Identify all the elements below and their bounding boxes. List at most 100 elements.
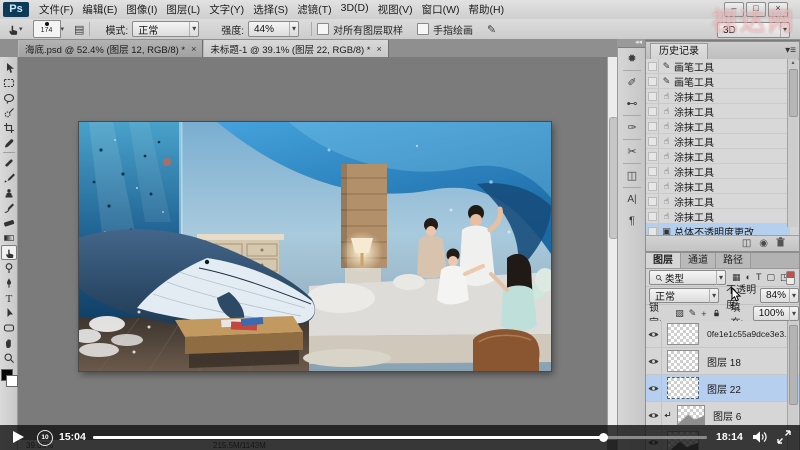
filter-shape-layers-icon[interactable]: ▢ bbox=[766, 272, 775, 283]
hand-tool[interactable] bbox=[1, 335, 17, 350]
visibility-eye-icon[interactable] bbox=[646, 375, 662, 401]
layer-thumbnail[interactable] bbox=[667, 377, 699, 399]
canvas-area[interactable] bbox=[18, 57, 607, 440]
brush-size-picker[interactable]: 174 bbox=[33, 20, 61, 38]
layer-row[interactable]: 图层 18 bbox=[646, 348, 799, 375]
layer-name[interactable]: 0fe1e1c55a9dce3e3... bbox=[707, 329, 791, 339]
tab-channels[interactable]: 通道 bbox=[681, 253, 716, 268]
healing-brush-tool[interactable] bbox=[1, 155, 17, 170]
history-step[interactable]: ☝涂抹工具 bbox=[646, 164, 790, 179]
paragraph-panel-icon[interactable]: ¶ bbox=[618, 210, 646, 231]
menu-3d[interactable]: 3D(D) bbox=[341, 2, 369, 17]
menu-select[interactable]: 选择(S) bbox=[253, 2, 288, 17]
history-source-well[interactable] bbox=[646, 134, 659, 148]
brush-presets-panel-icon[interactable]: ✑ bbox=[618, 117, 646, 138]
tool-presets-panel-icon[interactable]: ✂ bbox=[618, 141, 646, 162]
lock-all-icon[interactable] bbox=[712, 308, 721, 320]
history-source-well[interactable] bbox=[646, 74, 659, 88]
scrollbar-thumb[interactable] bbox=[789, 325, 798, 405]
smudge-tool-preset[interactable]: ▾ bbox=[6, 23, 23, 36]
history-source-well[interactable] bbox=[646, 149, 659, 163]
layer-row-selected[interactable]: 图层 22 bbox=[646, 375, 799, 402]
history-step[interactable]: ☝涂抹工具 bbox=[646, 104, 790, 119]
clone-source-panel-icon[interactable]: ◫ bbox=[618, 165, 646, 186]
crop-tool[interactable] bbox=[1, 120, 17, 135]
history-source-well[interactable] bbox=[646, 194, 659, 208]
fill-input[interactable]: 100% bbox=[753, 306, 799, 321]
sample-all-layers-checkbox[interactable] bbox=[317, 23, 329, 35]
progress-handle[interactable] bbox=[599, 433, 608, 442]
menu-help[interactable]: 帮助(H) bbox=[469, 2, 505, 17]
styles-panel-icon[interactable]: ✐ bbox=[618, 72, 646, 93]
replay-10-icon[interactable]: 10 bbox=[37, 430, 53, 446]
progress-bar[interactable] bbox=[93, 436, 707, 440]
maximize-button[interactable]: □ bbox=[746, 2, 766, 17]
brush-panel-toggle[interactable]: ▤ bbox=[74, 23, 84, 36]
document-canvas[interactable] bbox=[79, 122, 551, 371]
layer-thumbnail[interactable] bbox=[667, 350, 699, 372]
new-document-from-state-icon[interactable]: ◫ bbox=[742, 238, 751, 249]
panel-menu-icon[interactable]: ▾≡ bbox=[785, 45, 796, 56]
layer-thumbnail[interactable] bbox=[677, 405, 705, 425]
adjustments-panel-icon[interactable]: ✹ bbox=[618, 48, 646, 69]
tab-close-icon[interactable]: × bbox=[191, 44, 196, 54]
history-source-well[interactable] bbox=[646, 179, 659, 193]
history-step[interactable]: ☝涂抹工具 bbox=[646, 179, 790, 194]
tablet-pressure-icon[interactable]: ✎ bbox=[487, 23, 496, 36]
fullscreen-icon[interactable] bbox=[777, 430, 791, 449]
history-source-well[interactable] bbox=[646, 89, 659, 103]
close-button[interactable]: × bbox=[768, 2, 788, 17]
menu-edit[interactable]: 编辑(E) bbox=[82, 2, 117, 17]
gradient-tool[interactable] bbox=[1, 230, 17, 245]
menu-image[interactable]: 图像(I) bbox=[126, 2, 157, 17]
menu-layer[interactable]: 图层(L) bbox=[166, 2, 200, 17]
delete-state-icon[interactable] bbox=[776, 237, 785, 250]
layer-row[interactable]: 0fe1e1c55a9dce3e3... bbox=[646, 321, 799, 348]
dodge-tool[interactable] bbox=[1, 260, 17, 275]
history-tab[interactable]: 历史记录 bbox=[650, 43, 708, 60]
history-step[interactable]: ☝涂抹工具 bbox=[646, 89, 790, 104]
history-source-well[interactable] bbox=[646, 59, 659, 73]
brush-tool[interactable] bbox=[1, 170, 17, 185]
zoom-tool[interactable] bbox=[1, 350, 17, 365]
play-icon[interactable] bbox=[13, 431, 24, 443]
marquee-tool[interactable] bbox=[1, 75, 17, 90]
filter-type-dropdown[interactable]: 类型 bbox=[649, 270, 726, 285]
strength-dropdown[interactable]: 44% bbox=[248, 21, 299, 37]
lock-transparency-icon[interactable]: ▨ bbox=[675, 308, 684, 319]
mode-dropdown[interactable]: 正常 bbox=[132, 21, 199, 37]
dock-collapse-icon[interactable]: ◂◂ bbox=[618, 39, 645, 48]
new-snapshot-icon[interactable]: ◉ bbox=[759, 238, 768, 249]
eraser-tool[interactable] bbox=[1, 215, 17, 230]
clone-stamp-tool[interactable] bbox=[1, 185, 17, 200]
tab-layers[interactable]: 图层 bbox=[646, 253, 681, 268]
visibility-eye-icon[interactable] bbox=[646, 348, 662, 374]
history-source-well[interactable] bbox=[646, 104, 659, 118]
path-selection-tool[interactable] bbox=[1, 305, 17, 320]
history-step[interactable]: ☝涂抹工具 bbox=[646, 149, 790, 164]
history-step[interactable]: ☝涂抹工具 bbox=[646, 134, 790, 149]
finger-painting-checkbox[interactable] bbox=[417, 23, 429, 35]
character-panel-icon[interactable]: A| bbox=[618, 189, 646, 210]
opacity-input[interactable]: 84% bbox=[760, 288, 799, 303]
minimize-button[interactable]: – bbox=[724, 2, 744, 17]
quick-selection-tool[interactable] bbox=[1, 105, 17, 120]
visibility-eye-icon[interactable] bbox=[646, 321, 662, 347]
menu-type[interactable]: 文字(Y) bbox=[209, 2, 244, 17]
scrollbar-thumb[interactable] bbox=[789, 69, 798, 117]
move-tool[interactable] bbox=[1, 60, 17, 75]
lock-position-icon[interactable]: + bbox=[701, 309, 706, 319]
history-step[interactable]: ✎画笔工具 bbox=[646, 59, 790, 74]
menu-window[interactable]: 窗口(W) bbox=[422, 2, 460, 17]
tab-paths[interactable]: 路径 bbox=[716, 253, 751, 268]
history-source-well[interactable] bbox=[646, 209, 659, 223]
workspace-switcher[interactable]: 3D bbox=[717, 22, 790, 38]
layer-thumbnail[interactable] bbox=[667, 323, 699, 345]
brush-size-arrow[interactable]: ▾ bbox=[61, 25, 65, 33]
smudge-tool[interactable] bbox=[1, 245, 17, 260]
menu-view[interactable]: 视图(V) bbox=[378, 2, 413, 17]
background-color-swatch[interactable] bbox=[6, 375, 18, 387]
history-step[interactable]: ☝涂抹工具 bbox=[646, 194, 790, 209]
history-step[interactable]: ✎画笔工具 bbox=[646, 74, 790, 89]
history-brush-tool[interactable] bbox=[1, 200, 17, 215]
